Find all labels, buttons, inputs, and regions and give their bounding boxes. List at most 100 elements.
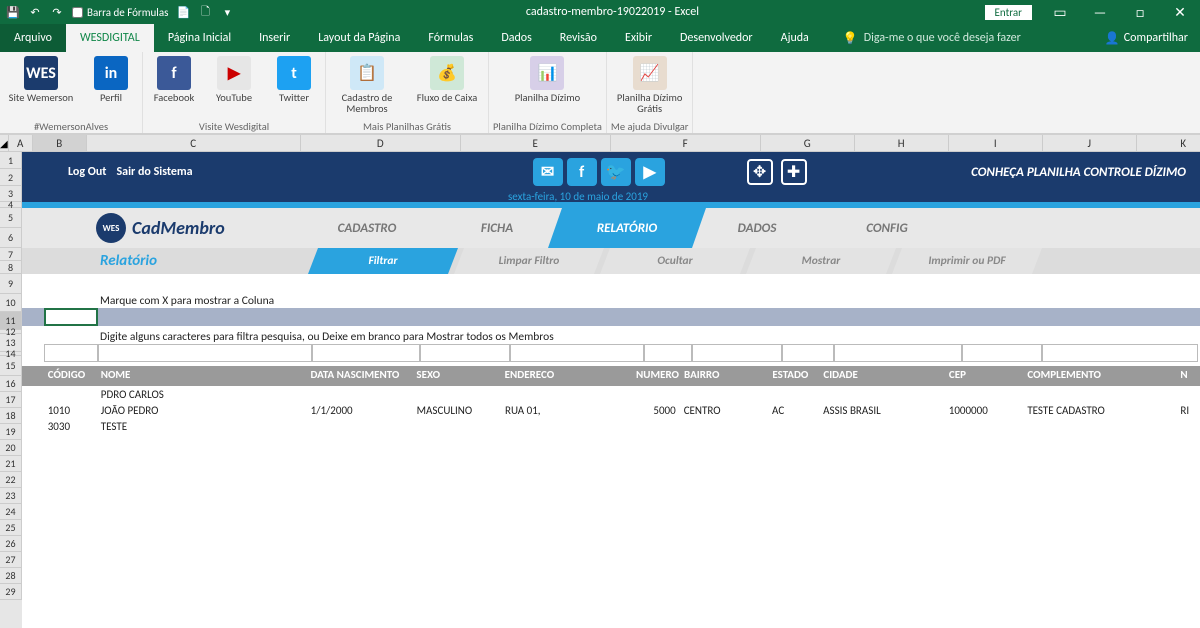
filter-row[interactable]: [22, 344, 1200, 362]
active-cell[interactable]: [44, 308, 98, 326]
main-tab-config[interactable]: CONFIG: [822, 208, 952, 248]
action-limpar-filtro[interactable]: Limpar Filtro: [464, 248, 594, 274]
col-D[interactable]: D: [301, 135, 461, 151]
health-icon[interactable]: ✚: [781, 159, 807, 185]
ribbon-tab-exibir[interactable]: Exibir: [611, 24, 666, 52]
facebook-icon[interactable]: f: [567, 158, 597, 186]
ribbon-button-facebook[interactable]: fFacebook: [149, 56, 199, 103]
select-all-cell[interactable]: ◢: [0, 135, 9, 151]
row-23[interactable]: 23: [0, 488, 22, 504]
action-filtrar[interactable]: Filtrar: [318, 248, 448, 274]
ribbon-tab-dados[interactable]: Dados: [487, 24, 545, 52]
col-A[interactable]: A: [9, 135, 33, 151]
ribbon-tab-página-inicial[interactable]: Página Inicial: [154, 24, 245, 52]
col-J[interactable]: J: [1043, 135, 1137, 151]
row-5[interactable]: 5: [0, 208, 22, 228]
formula-bar-toggle[interactable]: Barra de Fórmulas: [72, 6, 168, 19]
row-18[interactable]: 18: [0, 408, 22, 424]
cell: [945, 386, 1024, 402]
close-button[interactable]: ✕: [1160, 0, 1200, 24]
table-row[interactable]: 1010JOÃO PEDRO1/1/2000MASCULINORUA 01,50…: [22, 402, 1200, 418]
table-row[interactable]: 3030TESTE: [22, 418, 1200, 434]
row-8[interactable]: 8: [0, 261, 22, 274]
ribbon-tab-fórmulas[interactable]: Fórmulas: [414, 24, 487, 52]
minimize-button[interactable]: —: [1080, 0, 1120, 24]
col-G[interactable]: G: [761, 135, 855, 151]
ribbon-button-site-wemerson[interactable]: WESSite Wemerson: [6, 56, 76, 103]
row-28[interactable]: 28: [0, 568, 22, 584]
row-25[interactable]: 25: [0, 520, 22, 536]
row-15[interactable]: 15: [0, 356, 22, 376]
cell: PDRO CARLOS: [97, 386, 307, 402]
ribbon-button-youtube[interactable]: ▶YouTube: [209, 56, 259, 103]
file-tab[interactable]: Arquivo: [0, 24, 66, 52]
cell: [1176, 418, 1200, 434]
worksheet[interactable]: Log Out Sair do Sistema ✉ f 🐦 ▶ ✥ ✚ CONH…: [22, 152, 1200, 628]
instruction-filter: Digite alguns caracteres para filtra pes…: [22, 330, 1200, 344]
action-imprimir-ou-pdf[interactable]: Imprimir ou PDF: [902, 248, 1032, 274]
row-21[interactable]: 21: [0, 456, 22, 472]
twitter-icon[interactable]: 🐦: [601, 158, 631, 186]
row-27[interactable]: 27: [0, 552, 22, 568]
print-preview-icon[interactable]: 🗋: [198, 5, 212, 19]
action-mostrar[interactable]: Mostrar: [756, 248, 886, 274]
exit-link[interactable]: Sair do Sistema: [116, 165, 192, 179]
row-10[interactable]: 10: [0, 294, 22, 312]
row-1[interactable]: 1: [0, 152, 22, 169]
action-ocultar[interactable]: Ocultar: [610, 248, 740, 274]
ribbon-tab-revisão[interactable]: Revisão: [546, 24, 611, 52]
row-2[interactable]: 2: [0, 169, 22, 186]
col-E[interactable]: E: [461, 135, 611, 151]
row-29[interactable]: 29: [0, 584, 22, 600]
touch-mode-icon[interactable]: 📄: [176, 5, 190, 19]
maximize-button[interactable]: □: [1120, 0, 1160, 24]
move-icon[interactable]: ✥: [747, 159, 773, 185]
youtube-icon[interactable]: ▶: [635, 158, 665, 186]
ribbon-button-fluxo-de-caixa[interactable]: 💰Fluxo de Caixa: [412, 56, 482, 114]
row-9[interactable]: 9: [0, 274, 22, 294]
row-20[interactable]: 20: [0, 440, 22, 456]
col-F[interactable]: F: [611, 135, 761, 151]
main-tab-relatório[interactable]: RELATÓRIO: [562, 208, 692, 248]
row-17[interactable]: 17: [0, 392, 22, 408]
mail-icon[interactable]: ✉: [533, 158, 563, 186]
ribbon-options-icon[interactable]: ▭: [1040, 0, 1080, 24]
row-26[interactable]: 26: [0, 536, 22, 552]
row-7[interactable]: 7: [0, 248, 22, 261]
ribbon-tab-layout-da-página[interactable]: Layout da Página: [304, 24, 414, 52]
table-row[interactable]: PDRO CARLOS: [22, 386, 1200, 402]
row-24[interactable]: 24: [0, 504, 22, 520]
ribbon-button-cadastro-de-membros[interactable]: 📋Cadastro de Membros: [332, 56, 402, 114]
col-B[interactable]: B: [33, 135, 87, 151]
column-selector-row[interactable]: [22, 308, 1200, 326]
ribbon-button-twitter[interactable]: tTwitter: [269, 56, 319, 103]
row-22[interactable]: 22: [0, 472, 22, 488]
ribbon-tab-wesdigital[interactable]: WESDIGITAL: [66, 24, 154, 52]
qat-customize-icon[interactable]: ▾: [220, 5, 234, 19]
undo-icon[interactable]: ↶: [28, 5, 42, 19]
col-K[interactable]: K: [1137, 135, 1200, 151]
ribbon-button-planilha-dízimo[interactable]: 📊Planilha Dízimo: [512, 56, 582, 103]
tell-me[interactable]: 💡 Diga-me o que você deseja fazer: [843, 24, 1021, 52]
ribbon-button-perfil[interactable]: inPerfil: [86, 56, 136, 103]
share-button[interactable]: 👤 Compartilhar: [1105, 31, 1188, 46]
ribbon-tab-desenvolvedor[interactable]: Desenvolvedor: [666, 24, 767, 52]
redo-icon[interactable]: ↷: [50, 5, 64, 19]
ribbon-tab-inserir[interactable]: Inserir: [245, 24, 304, 52]
table-header: CÓDIGO NOME DATA NASCIMENTO SEXO ENDEREC…: [22, 366, 1200, 386]
row-6[interactable]: 6: [0, 228, 22, 248]
main-tab-dados[interactable]: DADOS: [692, 208, 822, 248]
row-19[interactable]: 19: [0, 424, 22, 440]
logout-link[interactable]: Log Out: [68, 165, 106, 179]
main-tab-cadastro[interactable]: CADASTRO: [302, 208, 432, 248]
sign-in-button[interactable]: Entrar: [985, 5, 1032, 20]
ribbon-button-planilha-dízimo-grátis[interactable]: 📈Planilha Dízimo Grátis: [615, 56, 685, 114]
col-C[interactable]: C: [87, 135, 301, 151]
col-I[interactable]: I: [949, 135, 1043, 151]
instruction-mark: Marque com X para mostrar a Coluna: [22, 294, 1200, 308]
save-icon[interactable]: 💾: [6, 5, 20, 19]
col-H[interactable]: H: [855, 135, 949, 151]
ribbon-tab-ajuda[interactable]: Ajuda: [767, 24, 823, 52]
main-tab-ficha[interactable]: FICHA: [432, 208, 562, 248]
row-16[interactable]: 16: [0, 376, 22, 392]
